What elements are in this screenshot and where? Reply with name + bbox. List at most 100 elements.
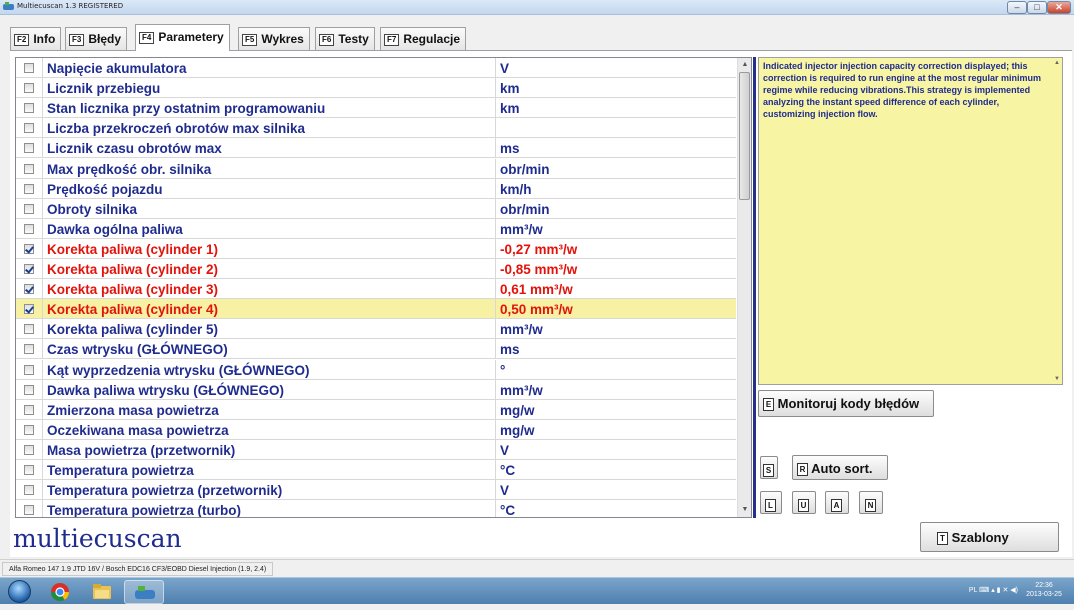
u-button[interactable]: U [792, 491, 816, 514]
table-row[interactable]: Czas wtrysku (GŁÓWNEGO) ms [16, 339, 736, 360]
row-checkbox[interactable] [24, 424, 34, 435]
row-checkbox[interactable] [24, 83, 34, 94]
row-checkbox[interactable] [24, 243, 34, 254]
chrome-taskbar-icon[interactable] [40, 580, 80, 604]
minimize-button[interactable]: – [1007, 1, 1027, 14]
table-row[interactable]: Oczekiwana masa powietrza mg/w [16, 419, 736, 440]
start-button[interactable] [4, 578, 38, 605]
table-row[interactable]: Dawka paliwa wtrysku (GŁÓWNEGO) mm³/w [16, 379, 736, 400]
language-indicator[interactable]: PL [969, 587, 977, 594]
app-icon [3, 2, 14, 10]
table-row[interactable]: Obroty silnika obr/min [16, 198, 736, 219]
row-checkbox[interactable] [24, 183, 34, 194]
row-checkbox[interactable] [24, 103, 34, 114]
tab-parametery[interactable]: F4 Parametery [135, 24, 230, 51]
column-divider [42, 78, 43, 99]
table-row[interactable]: Kąt wyprzedzenia wtrysku (GŁÓWNEGO) ° [16, 359, 736, 380]
table-row[interactable]: Licznik czasu obrotów max ms [16, 138, 736, 159]
table-row[interactable]: Korekta paliwa (cylinder 4) 0,50 mm³/w [16, 299, 736, 320]
param-value: obr/min [500, 201, 550, 217]
column-divider [495, 198, 496, 219]
table-row[interactable]: Temperatura powietrza °C [16, 460, 736, 481]
table-row[interactable]: Korekta paliwa (cylinder 3) 0,61 mm³/w [16, 279, 736, 300]
templates-button[interactable]: T Szablony [920, 522, 1059, 552]
close-button[interactable]: ✕ [1047, 1, 1071, 14]
clock-date: 2013-03-25 [1026, 591, 1062, 598]
row-checkbox[interactable] [24, 284, 34, 295]
s-button[interactable]: S [760, 456, 778, 479]
tray-icons[interactable]: PL ⌨ ▴ ▮ ✕ ◀) [969, 586, 1018, 594]
param-value: -0,85 mm³/w [500, 262, 578, 277]
param-name: Prędkość pojazdu [47, 181, 163, 197]
scroll-down-icon[interactable]: ▼ [738, 503, 751, 517]
table-row[interactable]: Masa powietrza (przetwornik) V [16, 439, 736, 460]
row-checkbox[interactable] [24, 384, 34, 395]
column-divider [42, 500, 43, 517]
auto-sort-button[interactable]: R Auto sort. [792, 455, 888, 480]
table-row[interactable]: Dawka ogólna paliwa mm³/w [16, 218, 736, 239]
table-row[interactable]: Temperatura powietrza (przetwornik) V [16, 480, 736, 501]
table-row[interactable]: Liczba przekroczeń obrotów max silnika [16, 118, 736, 139]
row-checkbox[interactable] [24, 223, 34, 234]
row-checkbox[interactable] [24, 465, 34, 475]
tab-bledy[interactable]: F3 Błędy [65, 27, 128, 50]
column-divider [495, 480, 496, 501]
table-row[interactable]: Napięcie akumulatora V [16, 58, 736, 79]
param-name: Oczekiwana masa powietrza [47, 422, 229, 438]
button-label: Auto sort. [811, 461, 873, 476]
a-button[interactable]: A [825, 491, 849, 514]
l-button[interactable]: L [760, 491, 782, 514]
table-row[interactable]: Temperatura powietrza (turbo) °C [16, 500, 736, 517]
row-checkbox[interactable] [24, 505, 34, 516]
row-checkbox[interactable] [24, 264, 34, 274]
explorer-taskbar-icon[interactable] [82, 580, 122, 604]
status-bar: Alfa Romeo 147 1.9 JTD 16V / Bosch EDC16… [0, 559, 1074, 577]
row-checkbox[interactable] [24, 163, 34, 174]
table-row[interactable]: Licznik przebiegu km [16, 78, 736, 99]
row-checkbox[interactable] [24, 203, 34, 214]
column-divider [495, 78, 496, 99]
clock[interactable]: 22:36 2013-03-25 [1024, 581, 1064, 599]
desc-scroll-down-icon[interactable]: ▼ [1054, 376, 1060, 382]
row-checkbox[interactable] [24, 123, 34, 134]
multiecuscan-taskbar-icon[interactable] [124, 580, 164, 604]
row-checkbox[interactable] [24, 364, 34, 375]
desc-scroll-up-icon[interactable]: ▲ [1054, 60, 1060, 66]
row-checkbox[interactable] [24, 304, 34, 315]
param-name: Max prędkość obr. silnika [47, 161, 212, 177]
param-name: Czas wtrysku (GŁÓWNEGO) [47, 342, 228, 358]
tab-regulacje[interactable]: F7 Regulacje [380, 27, 467, 50]
tab-wykres[interactable]: F5 Wykres [238, 27, 310, 50]
table-row[interactable]: Korekta paliwa (cylinder 5) mm³/w [16, 319, 736, 340]
parameter-table[interactable]: Napięcie akumulatora V Licznik przebiegu km… [15, 57, 752, 518]
row-checkbox[interactable] [24, 63, 34, 73]
column-divider [42, 178, 43, 199]
row-checkbox[interactable] [24, 324, 34, 335]
column-divider [42, 279, 43, 300]
table-row[interactable]: Zmierzona masa powietrza mg/w [16, 399, 736, 420]
row-checkbox[interactable] [24, 444, 34, 455]
row-checkbox[interactable] [24, 143, 34, 154]
table-row[interactable]: Stan licznika przy ostatnim programowani… [16, 98, 736, 119]
tab-key: F7 [384, 34, 400, 46]
column-divider [495, 118, 496, 139]
tab-info[interactable]: F2 Info [10, 27, 62, 50]
maximize-button[interactable]: □ [1027, 1, 1047, 14]
table-row[interactable]: Korekta paliwa (cylinder 1) -0,27 mm³/w [16, 238, 736, 259]
table-scrollbar[interactable]: ▲ ▼ [737, 58, 751, 517]
column-divider [42, 58, 43, 78]
table-row[interactable]: Korekta paliwa (cylinder 2) -0,85 mm³/w [16, 259, 736, 280]
scroll-up-icon[interactable]: ▲ [738, 58, 751, 72]
monitor-dtc-button[interactable]: E Monitoruj kody błędów [758, 390, 934, 417]
row-checkbox[interactable] [24, 485, 34, 496]
scroll-thumb[interactable] [739, 72, 750, 200]
table-row[interactable]: Max prędkość obr. silnika obr/min [16, 158, 736, 179]
table-row[interactable]: Prędkość pojazdu km/h [16, 178, 736, 199]
title-bar: Multiecuscan 1.3 REGISTERED – □ ✕ [0, 0, 1074, 15]
row-checkbox[interactable] [24, 404, 34, 415]
tab-testy[interactable]: F6 Testy [315, 27, 375, 50]
panel-divider[interactable] [753, 57, 756, 518]
n-button[interactable]: N [859, 491, 883, 514]
param-value: km/h [500, 181, 532, 197]
row-checkbox[interactable] [24, 344, 34, 355]
